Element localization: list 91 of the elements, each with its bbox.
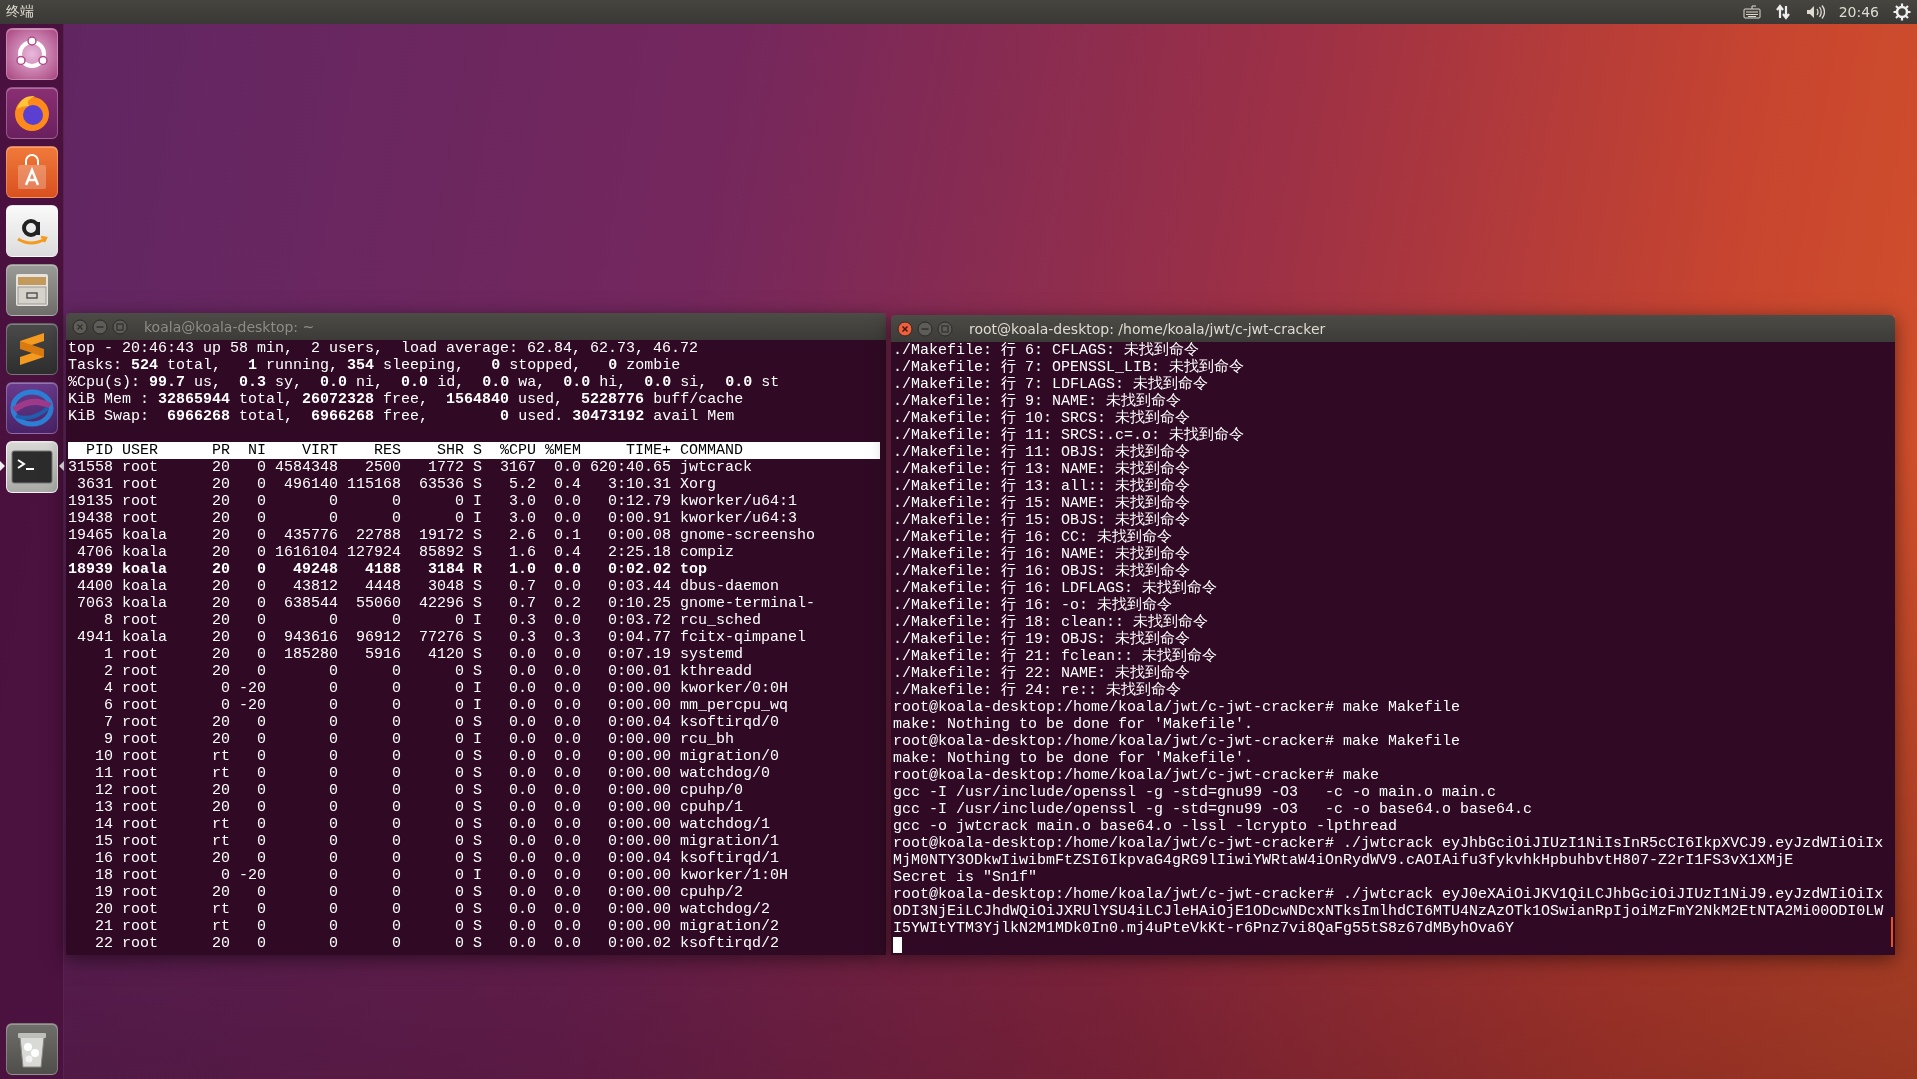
process-row-text: 6 root 0 -20 0 0 0 I 0.0 0.0 0:00.00 mm_percpu_wq xyxy=(103,697,789,714)
volume-icon xyxy=(1804,4,1825,20)
swirl-icon xyxy=(9,388,54,428)
output-line: root@koala-desktop:/home/koala/jwt/c-jwt-cracker# ./jwtcrack eyJhbGciOiJIUzI1NiIsInR5cCI6IkpXVCJ9.eyJzdWIiOiIx xyxy=(893,835,1884,852)
window-title: root@koala-desktop: /home/koala/jwt/c-jwt-cracker xyxy=(969,320,1326,337)
launcher-button[interactable] xyxy=(5,264,58,316)
launcher-button[interactable] xyxy=(5,1023,58,1075)
process-row-text: 4 root 0 -20 0 0 0 I 0.0 0.0 0:00.00 kworker/0:0H xyxy=(103,680,789,697)
output-line: root@koala-desktop:/home/koala/jwt/c-jwt-cracker# ./jwtcrack eyJ0eXAiOiJKV1QiLCJhbGciOiJIUzI1NiJ9.eyJzdWIiOiIx xyxy=(893,886,1884,903)
output-line: MjM0NTY3ODkwIiwibmFtZSI6IkpvaG4gRG9lIiwiYWRtaW4iOnRydWV9.cAOIAifu3fykvhkHpbuhbvtH807-Z2rI1FS3vX1XMjE xyxy=(893,852,1794,869)
process-row: 19135 root 20 0 0 0 0 I 3.0 0.0 0:12.79 kworker/u64:1 xyxy=(68,493,798,510)
summary-line: KiB Mem : 32865944 total, 26072328 free, 1564840 used, 5228776 buff/cache xyxy=(68,391,744,408)
output-line: ./Makefile: 行 16: -o: 未找到命令 xyxy=(893,597,1173,614)
output-line: make: Nothing to be done for 'Makefile'. xyxy=(893,716,1254,733)
process-row: 31558 root 20 0 4584348 2500 1772 S 3167 0.0 620:40.65 jwtcrack xyxy=(68,459,753,476)
output-line: ./Makefile: 行 15: OBJS: 未找到命令 xyxy=(893,512,1191,529)
output-line: ./Makefile: 行 21: fclean:: 未找到命令 xyxy=(893,648,1218,665)
output-line: gcc -o jwtcrack main.o base64.o -lssl -lcrypto -lpthread xyxy=(893,818,1398,835)
process-row-text: 12 root 20 0 0 0 0 S 0.0 0.0 0:00.00 cpuhp/0 xyxy=(94,782,744,799)
process-row-text: 4941 koala 20 0 943616 96912 77276 S 0.3 0.3 0:04.77 fcitx-qimpanel xyxy=(76,629,807,646)
clock[interactable]: 20:46 xyxy=(1838,4,1879,20)
up-down-arrows-icon xyxy=(1774,4,1791,20)
output-line: ./Makefile: 行 19: OBJS: 未找到命令 xyxy=(893,631,1191,648)
process-row-text: 7 root 20 0 0 0 0 S 0.0 0.0 0:00.04 ksoftirqd/0 xyxy=(103,714,780,731)
process-row-text: 4400 koala 20 0 43812 4448 3048 S 0.7 0.0 0:03.44 dbus-daemon xyxy=(76,578,780,595)
launcher-button[interactable] xyxy=(5,87,58,139)
summary-line: top - 20:46:43 up 58 min, 2 users, load average: 62.84, 62.73, 46.72 xyxy=(68,340,699,357)
output-line: gcc -I /usr/include/openssl -g -std=gnu99 -O3 -c -o base64.o base64.c xyxy=(893,801,1533,818)
output-line: root@koala-desktop:/home/koala/jwt/c-jwt-cracker# make Makefile xyxy=(893,699,1461,716)
column-header-bar: PID USER PR NI VIRT RES SHR S %CPU %MEM TIME+ COMMAND xyxy=(68,442,880,459)
output-line: ./Makefile: 行 16: OBJS: 未找到命令 xyxy=(893,563,1191,580)
output-line: ./Makefile: 行 6: CFLAGS: 未找到命令 xyxy=(893,342,1200,359)
output-line: ./Makefile: 行 13: NAME: 未找到命令 xyxy=(893,461,1191,478)
process-row-text: 8 root 20 0 0 0 0 I 0.3 0.0 0:03.72 rcu_sched xyxy=(103,612,762,629)
process-row-text: 16 root 20 0 0 0 0 S 0.0 0.0 0:00.04 ksoftirqd/1 xyxy=(94,850,780,867)
summary-line: Tasks: 524 total, 1 running, 354 sleeping, 0 stopped, 0 zombie xyxy=(68,357,681,374)
process-row-text: 15 root rt 0 0 0 0 S 0.0 0.0 0:00.00 migration/1 xyxy=(94,833,780,850)
process-row-text: 21 root rt 0 0 0 0 S 0.0 0.0 0:00.00 migration/2 xyxy=(94,918,780,935)
launcher-button[interactable] xyxy=(5,441,58,493)
output-line: ./Makefile: 行 11: SRCS:.c=.o: 未找到命令 xyxy=(893,427,1245,444)
launcher-button[interactable] xyxy=(5,28,58,80)
process-row-text: 22 root 20 0 0 0 0 S 0.0 0.0 0:00.02 ksoftirqd/2 xyxy=(94,935,780,952)
terminal-icon xyxy=(10,450,53,484)
process-row: 19438 root 20 0 0 0 0 I 3.0 0.0 0:00.91 kworker/u64:3 xyxy=(68,510,798,527)
app-title: 终端 xyxy=(6,3,35,21)
output-line: ./Makefile: 行 16: NAME: 未找到命令 xyxy=(893,546,1191,563)
close-button[interactable] xyxy=(897,320,913,337)
output-line: root@koala-desktop:/home/koala/jwt/c-jwt-cracker# make Makefile xyxy=(893,733,1461,750)
output-line: I5YWItYTM3YjlkN2M1MDk0In0.mj4uPteVkKt-r6Pnz7vi8QaFg55tS8z67dMByhOva6Y xyxy=(893,920,1515,937)
process-row-text: 7063 koala 20 0 638544 55060 42296 S 0.7 0.2 0:10.25 gnome-terminal- xyxy=(76,595,816,612)
process-row-text: 4706 koala 20 0 1616104 127924 85892 S 1.6 0.4 2:25.18 compiz xyxy=(76,544,735,561)
output-line: ./Makefile: 行 9: NAME: 未找到命令 xyxy=(893,393,1182,410)
launcher-button[interactable] xyxy=(5,323,58,375)
output-line: ./Makefile: 行 7: LDFLAGS: 未找到命令 xyxy=(893,376,1209,393)
output-line: ./Makefile: 行 13: all:: 未找到命令 xyxy=(893,478,1191,495)
process-row-text: 1 root 20 0 185280 5916 4120 S 0.0 0.0 0:07.19 systemd xyxy=(103,646,744,663)
output-line: gcc -I /usr/include/openssl -g -std=gnu99 -O3 -c -o main.o main.c xyxy=(893,784,1497,801)
output-line: ./Makefile: 行 24: re:: 未找到命令 xyxy=(893,682,1182,699)
process-row: 18939 koala 20 0 49248 4188 3184 R 1.0 0.0 0:02.02 top xyxy=(68,561,708,578)
output-line: ./Makefile: 行 22: NAME: 未找到命令 xyxy=(893,665,1191,682)
scrollbar[interactable] xyxy=(1891,917,1893,947)
process-row-text: 11 root rt 0 0 0 0 S 0.0 0.0 0:00.00 watchdog/0 xyxy=(94,765,771,782)
output-line: ./Makefile: 行 16: LDFLAGS: 未找到命令 xyxy=(893,580,1218,597)
output-line: ./Makefile: 行 15: NAME: 未找到命令 xyxy=(893,495,1191,512)
output-line: ./Makefile: 行 7: OPENSSL_LIB: 未找到命令 xyxy=(893,359,1245,376)
process-row-text: 2 root 20 0 0 0 0 S 0.0 0.0 0:00.01 kthreadd xyxy=(103,663,753,680)
text-cursor xyxy=(893,937,902,953)
process-row-text: 10 root rt 0 0 0 0 S 0.0 0.0 0:00.00 migration/0 xyxy=(94,748,780,765)
output-line: make: Nothing to be done for 'Makefile'. xyxy=(893,750,1254,767)
output-line: ./Makefile: 行 10: SRCS: 未找到命令 xyxy=(893,410,1191,427)
summary-line: %Cpu(s): 99.7 us, 0.3 sy, 0.0 ni, 0.0 id, 0.0 wa, 0.0 hi, 0.0 si, 0.0 st xyxy=(68,374,780,391)
process-row-text: 18 root 0 -20 0 0 0 I 0.0 0.0 0:00.00 kworker/1:0H xyxy=(94,867,789,884)
output-line: ODI3NjEiLCJhdWQiOiJXRUlYSU4iLCJleHAiOjE1ODcwNDcxNTksImlhdCI6MTU4NzAzOTk1OSwianRpIjoiMzFmY2NkM2EtNTA2Mi00ODI0LW xyxy=(893,903,1884,920)
process-row-text: 19 root 20 0 0 0 0 S 0.0 0.0 0:00.00 cpuhp/2 xyxy=(94,884,744,901)
process-row-text: 9 root 20 0 0 0 0 I 0.0 0.0 0:00.00 rcu_bh xyxy=(103,731,735,748)
process-row-text: 14 root rt 0 0 0 0 S 0.0 0.0 0:00.00 watchdog/1 xyxy=(94,816,771,833)
process-row: 19465 koala 20 0 435776 22788 19172 S 2.6 0.1 0:00.08 gnome-screensho xyxy=(68,527,816,544)
output-line: ./Makefile: 行 16: CC: 未找到命令 xyxy=(893,529,1173,546)
output-line: ./Makefile: 行 11: OBJS: 未找到命令 xyxy=(893,444,1191,461)
process-row-text: 3631 root 20 0 496140 115168 63536 S 5.2 0.4 3:10.31 Xorg xyxy=(76,476,717,493)
output-line: Secret is "Sn1f" xyxy=(893,869,1038,886)
summary-line: KiB Swap: 6966268 total, 6966268 free, 0 used. 30473192 avail Mem xyxy=(68,408,735,425)
output-line: ./Makefile: 行 18: clean:: 未找到命令 xyxy=(893,614,1209,631)
launcher-button[interactable] xyxy=(5,146,58,198)
keyboard-icon xyxy=(1742,5,1761,19)
window-title: koala@koala-desktop: ~ xyxy=(144,318,315,335)
output-line: root@koala-desktop:/home/koala/jwt/c-jwt-cracker# make xyxy=(893,767,1380,784)
launcher-button[interactable] xyxy=(5,205,58,257)
process-row-text: 13 root 20 0 0 0 0 S 0.0 0.0 0:00.00 cpuhp/1 xyxy=(94,799,744,816)
settings-icon xyxy=(1893,3,1911,21)
process-row-text: 20 root rt 0 0 0 0 S 0.0 0.0 0:00.00 watchdog/2 xyxy=(94,901,771,918)
